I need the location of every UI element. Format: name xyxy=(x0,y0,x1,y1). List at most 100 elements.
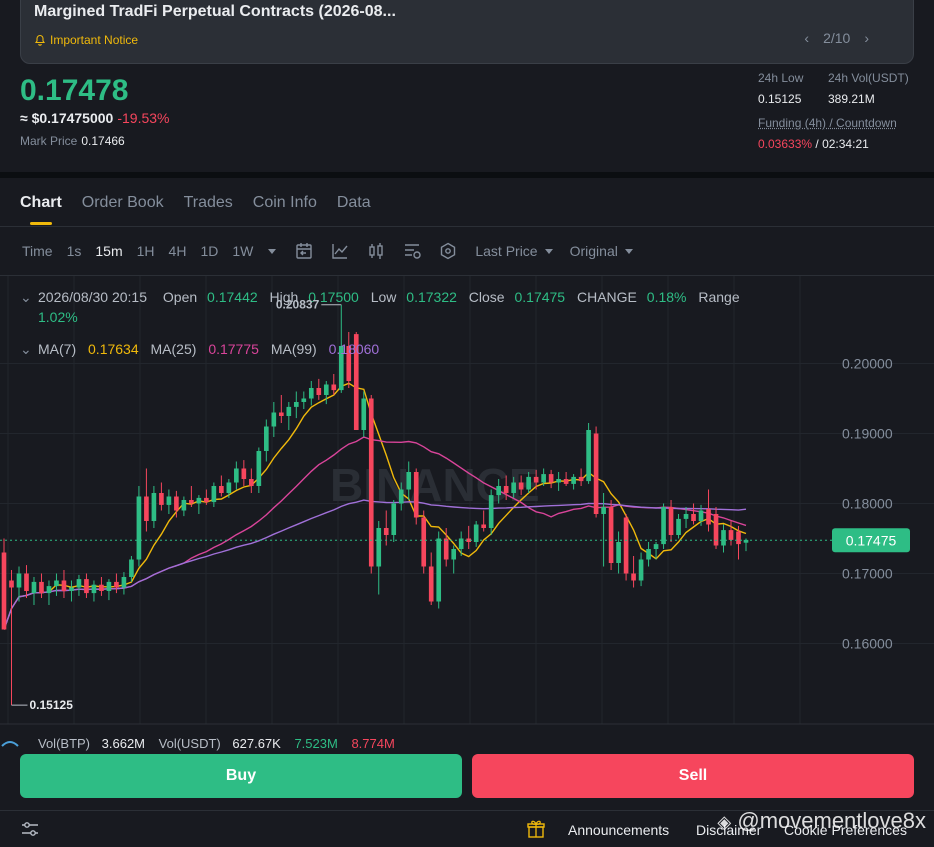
candle-body xyxy=(526,476,531,490)
candlestick-chart[interactable]: BINANCE 0.20000 0.19000 0.18000 0.17000 0.16… xyxy=(0,276,934,752)
announcements-link[interactable]: Announcements xyxy=(568,822,669,838)
candle-body xyxy=(548,474,554,483)
funding-separator: / xyxy=(815,137,819,151)
candle-body xyxy=(263,426,269,451)
sell-button[interactable]: Sell xyxy=(472,754,914,798)
last-price: 0.17478 xyxy=(20,74,129,107)
ma7-value: 0.17634 xyxy=(88,341,139,357)
candle-body xyxy=(323,384,329,395)
candle-body xyxy=(39,581,44,594)
y-tick-label: 0.16000 xyxy=(842,636,893,652)
ma99-value: 0.18060 xyxy=(329,341,380,357)
candle-body xyxy=(91,584,97,594)
interval-1s[interactable]: 1s xyxy=(67,243,82,259)
candle-body xyxy=(736,531,741,545)
price-change: -19.53% xyxy=(117,110,170,126)
candle-body xyxy=(586,430,591,482)
candle-body xyxy=(571,476,576,484)
candle-type-icon[interactable] xyxy=(367,242,385,260)
chart-settings-icon[interactable] xyxy=(403,242,422,260)
view-select[interactable]: Original xyxy=(570,243,618,259)
interval-15m[interactable]: 15m xyxy=(95,243,122,259)
interval-1w[interactable]: 1W xyxy=(232,243,253,259)
low-marker-label: 0.15125 xyxy=(29,698,73,712)
candle-body xyxy=(76,579,82,588)
ohlc-date: 2026/08/30 20:15 xyxy=(38,289,147,305)
low-value: 0.17322 xyxy=(406,289,457,305)
candle-body xyxy=(578,476,584,482)
time-label: Time xyxy=(22,243,53,259)
candle-body xyxy=(331,384,337,391)
price-usd-line: ≈ $0.17475000 -19.53% xyxy=(20,110,169,126)
collapse-icon[interactable]: ⌄ xyxy=(20,341,32,357)
candle-body xyxy=(653,544,659,549)
candle-body xyxy=(398,489,404,504)
chevron-right-icon[interactable]: › xyxy=(864,30,869,46)
candle-body xyxy=(234,468,239,483)
candle-body xyxy=(421,517,427,567)
tab-coin-info[interactable]: Coin Info xyxy=(253,194,317,212)
low-label: 24h Low xyxy=(758,71,804,85)
candle-body xyxy=(174,496,179,511)
candle-body xyxy=(241,468,247,479)
interval-4h[interactable]: 4H xyxy=(169,243,187,259)
chevron-left-icon[interactable]: ‹ xyxy=(804,30,809,46)
candle-body xyxy=(144,496,149,521)
candle-body xyxy=(31,581,37,594)
candle-body xyxy=(413,472,419,518)
ma99-label: MA(99) xyxy=(271,341,317,357)
notice-title[interactable]: Margined TradFi Perpetual Contracts (202… xyxy=(34,3,396,21)
interval-1d[interactable]: 1D xyxy=(200,243,218,259)
change-value: 0.18% xyxy=(647,289,687,305)
vol-btp-value: 3.662M xyxy=(102,736,145,751)
calendar-icon[interactable] xyxy=(295,242,313,260)
depth-icon[interactable] xyxy=(439,242,457,260)
candle-body xyxy=(683,514,689,519)
candle-body xyxy=(518,482,524,490)
current-price-label: 0.17475 xyxy=(846,532,897,548)
volume-toggle-icon[interactable] xyxy=(1,741,19,747)
funding-label[interactable]: Funding (4h) / Countdown xyxy=(758,116,897,130)
notice-banner[interactable]: Margined TradFi Perpetual Contracts (202… xyxy=(20,0,914,64)
buy-button[interactable]: Buy xyxy=(20,754,462,798)
caret-down-icon[interactable] xyxy=(267,246,277,256)
candle-body xyxy=(691,514,696,521)
close-value: 0.17475 xyxy=(514,289,565,305)
tab-chart[interactable]: Chart xyxy=(20,194,62,225)
gift-icon[interactable] xyxy=(526,819,546,844)
candle-body xyxy=(563,479,569,484)
open-value: 0.17442 xyxy=(207,289,258,305)
tab-bar: Chart Order Book Trades Coin Info Data xyxy=(20,194,371,225)
interval-1h[interactable]: 1H xyxy=(137,243,155,259)
candle-body xyxy=(16,573,22,588)
tab-data[interactable]: Data xyxy=(337,194,371,212)
candle-body xyxy=(196,497,202,504)
candle-body xyxy=(249,479,254,486)
candle-body xyxy=(481,524,487,528)
candle-body xyxy=(383,528,389,535)
candle-body xyxy=(121,577,127,588)
price-type-select[interactable]: Last Price xyxy=(475,243,537,259)
collapse-icon[interactable]: ⌄ xyxy=(20,289,32,305)
candle-body xyxy=(361,398,367,430)
indicator-icon[interactable] xyxy=(331,242,349,260)
candle-body xyxy=(1,552,7,630)
open-label: Open xyxy=(163,289,197,305)
ma99-line xyxy=(3,499,747,630)
candle-body xyxy=(631,573,636,581)
candle-body xyxy=(428,566,434,602)
tab-trades[interactable]: Trades xyxy=(184,194,233,212)
ma25-value: 0.17775 xyxy=(208,341,259,357)
funding-rate: 0.03633% xyxy=(758,137,813,151)
caret-down-icon[interactable] xyxy=(624,246,634,256)
candle-body xyxy=(676,518,681,535)
ma7-label: MA(7) xyxy=(38,341,76,357)
candle-body xyxy=(204,497,209,503)
sliders-icon[interactable] xyxy=(20,820,40,843)
candle-body xyxy=(376,528,382,567)
tab-order-book[interactable]: Order Book xyxy=(82,194,164,212)
y-tick-label: 0.18000 xyxy=(842,496,893,512)
important-notice-label: Important Notice xyxy=(50,33,139,47)
caret-down-icon[interactable] xyxy=(544,246,554,256)
change-label: CHANGE xyxy=(577,289,637,305)
